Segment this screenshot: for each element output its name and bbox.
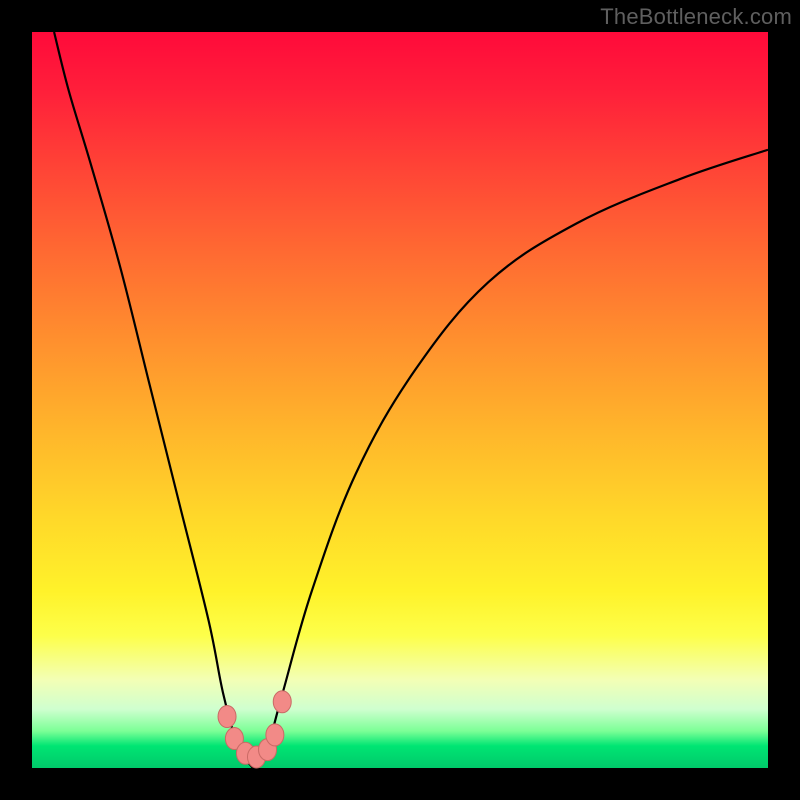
watermark-text: TheBottleneck.com bbox=[600, 4, 792, 30]
chart-frame: TheBottleneck.com bbox=[0, 0, 800, 800]
optimum-marker bbox=[273, 691, 291, 713]
bottleneck-curve-right bbox=[253, 150, 768, 768]
bottleneck-curve-left bbox=[54, 32, 253, 768]
curve-layer bbox=[32, 32, 768, 768]
optimum-marker bbox=[266, 724, 284, 746]
optimum-marker bbox=[218, 705, 236, 727]
plot-area bbox=[32, 32, 768, 768]
optimum-markers bbox=[218, 691, 291, 768]
